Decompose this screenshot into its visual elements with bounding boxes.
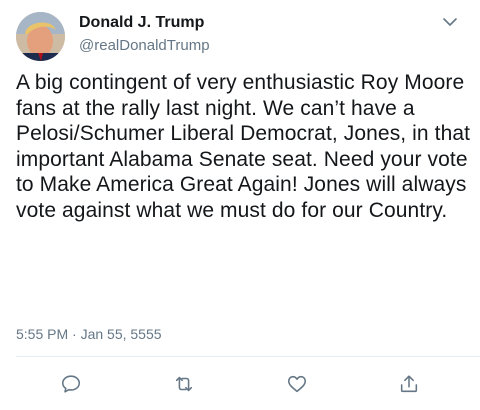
share-icon — [398, 373, 420, 395]
like-heart-icon — [286, 373, 308, 395]
retweet-button[interactable] — [172, 372, 196, 396]
reply-icon — [60, 373, 82, 395]
chevron-down-icon[interactable] — [440, 14, 460, 30]
like-button[interactable] — [285, 372, 309, 396]
retweet-icon — [172, 373, 196, 395]
divider — [16, 356, 480, 357]
tweet-timestamp[interactable]: 5:55 PM · Jan 55, 5555 — [16, 326, 162, 342]
tweet-text: A big contingent of very enthusiastic Ro… — [16, 71, 471, 222]
avatar-image — [16, 12, 65, 61]
avatar[interactable] — [16, 12, 65, 61]
share-button[interactable] — [397, 372, 421, 396]
author-display-name[interactable]: Donald J. Trump — [79, 14, 204, 32]
tweet-card: Donald J. Trump @realDonaldTrump A big c… — [0, 0, 480, 410]
author-handle[interactable]: @realDonaldTrump — [79, 37, 210, 54]
reply-button[interactable] — [59, 372, 83, 396]
